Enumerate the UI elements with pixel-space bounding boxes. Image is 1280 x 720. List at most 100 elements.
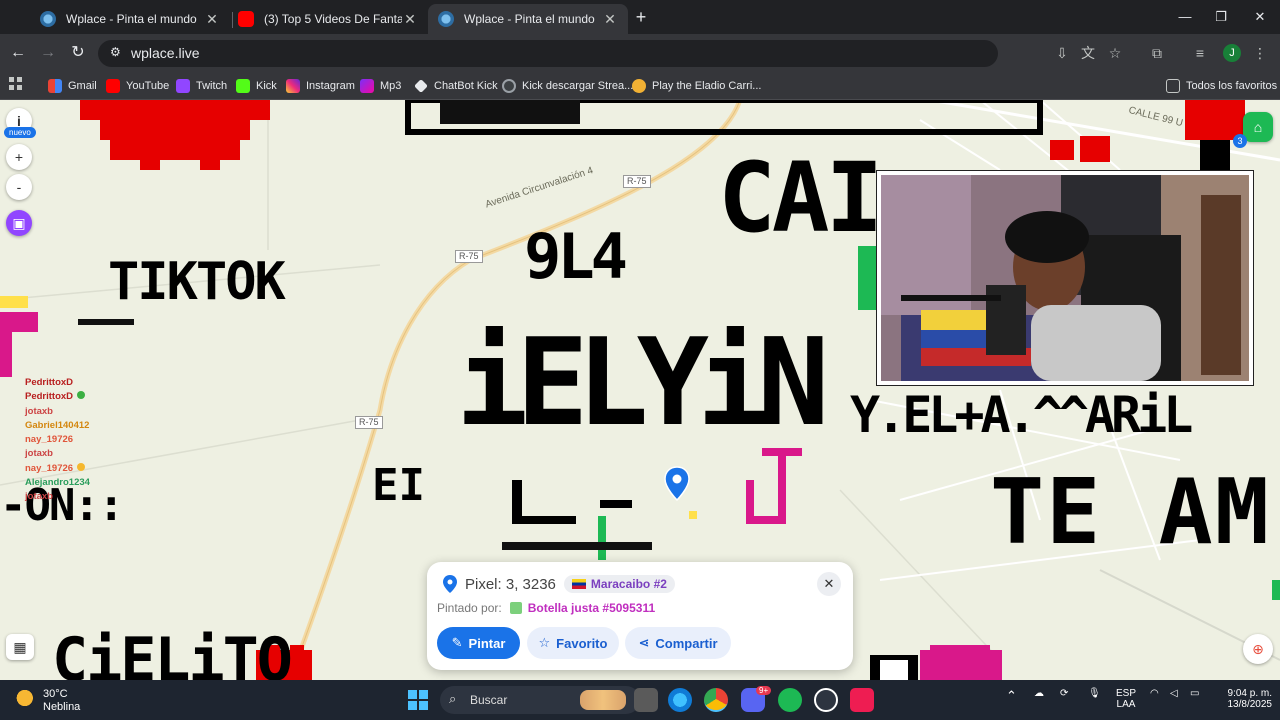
- notification-badge: 3: [1233, 134, 1247, 148]
- tray-sync-icon[interactable]: ⟳: [1060, 688, 1068, 699]
- painted-by-label: Pintado por:: [437, 601, 502, 615]
- brush-icon: ✎: [451, 635, 463, 650]
- volume-icon[interactable]: ◁: [1170, 688, 1178, 699]
- chat-user: jotaxb: [25, 491, 53, 503]
- menu-icon[interactable]: ⋮: [1250, 43, 1270, 63]
- tab-wplace-1[interactable]: Wplace - Pinta el mundo ✕: [30, 4, 230, 34]
- weather-temp: 30°C: [43, 688, 68, 700]
- chat-user: Gabriel140412: [25, 419, 90, 431]
- chrome-icon[interactable]: [704, 688, 728, 712]
- bookmark-star-icon[interactable]: ☆: [1105, 43, 1125, 63]
- url-text[interactable]: wplace.live: [131, 45, 199, 61]
- twitch-icon[interactable]: ▣: [6, 210, 32, 236]
- new-badge: nuevo: [4, 127, 36, 138]
- location-pin-icon: [443, 575, 457, 593]
- apps-grid-icon[interactable]: [9, 77, 23, 91]
- bookmark-label: YouTube: [126, 80, 170, 92]
- media-controls-icon[interactable]: ≡: [1190, 43, 1210, 63]
- tiktok-icon[interactable]: [850, 688, 874, 712]
- tab-title: (3) Top 5 Videos De Fantasmas: [264, 12, 402, 26]
- share-button[interactable]: ⋖ Compartir: [625, 627, 731, 659]
- profile-icon[interactable]: ⌂: [1243, 112, 1273, 142]
- clock-time: 9:04 p. m.: [1227, 688, 1272, 699]
- site-settings-icon[interactable]: ⚙: [110, 45, 124, 61]
- bookmark-eladio[interactable]: Play the Eladio Carri...: [632, 77, 761, 95]
- gmail-icon: [48, 79, 62, 93]
- kick-icon: [236, 79, 250, 93]
- bookmark-twitch[interactable]: Twitch: [176, 77, 227, 95]
- reload-button[interactable]: ↻: [65, 40, 91, 66]
- forward-button[interactable]: →: [35, 40, 61, 66]
- location-pin-icon[interactable]: [664, 466, 690, 502]
- wifi-icon[interactable]: ◠: [1150, 688, 1159, 699]
- pixel-text: EI: [372, 460, 425, 511]
- tray-mic-icon[interactable]: 🎙: [1088, 688, 1101, 699]
- bookmark-kick[interactable]: Kick: [236, 77, 277, 95]
- calculator-icon[interactable]: ▦: [6, 634, 34, 660]
- painter-name[interactable]: Botella justa #5095311: [528, 601, 655, 615]
- favorite-button[interactable]: ☆ Favorito: [527, 627, 619, 659]
- clock[interactable]: 9:04 p. m. 13/8/2025: [1210, 688, 1273, 710]
- search-label: Buscar: [470, 693, 508, 707]
- paint-button[interactable]: ✎ Pintar: [437, 627, 520, 659]
- bookmark-mp3[interactable]: Mp3: [360, 77, 401, 95]
- all-bookmarks[interactable]: Todos los favoritos: [1166, 77, 1277, 95]
- translate-icon[interactable]: 文: [1078, 43, 1098, 63]
- bookmark-label: ChatBot Kick: [434, 80, 498, 92]
- close-button[interactable]: ✕: [817, 572, 841, 596]
- youtube-icon: [106, 79, 120, 93]
- zoom-out-button[interactable]: -: [6, 174, 32, 200]
- pixel-text: TIKTOK: [108, 252, 286, 312]
- chat-line: jotaxb: [25, 405, 245, 419]
- battery-icon[interactable]: ▭: [1190, 688, 1199, 699]
- stream-chat: PedrittoxD PedrittoxD jotaxb Gabriel1404…: [25, 376, 245, 505]
- tab-wplace-active[interactable]: Wplace - Pinta el mundo ✕: [428, 4, 628, 34]
- address-bar[interactable]: ⚙ wplace.live: [98, 40, 998, 67]
- emote-icon: [77, 391, 86, 400]
- extensions-icon[interactable]: ⧉: [1147, 43, 1167, 63]
- instagram-icon: [286, 79, 300, 93]
- bookmark-chatbot-kick[interactable]: ChatBot Kick: [414, 77, 498, 95]
- weather-widget[interactable]: 30°C Neblina: [14, 686, 94, 716]
- bookmark-kick-descargar[interactable]: Kick descargar Strea...: [502, 77, 633, 95]
- language-indicator[interactable]: ESP LAA: [1114, 688, 1138, 710]
- obs-icon[interactable]: [814, 688, 838, 712]
- install-app-icon[interactable]: ⇩: [1052, 43, 1072, 63]
- close-icon[interactable]: ✕: [204, 11, 220, 28]
- bookmark-instagram[interactable]: Instagram: [286, 77, 355, 95]
- locate-icon[interactable]: ⊕: [1243, 634, 1273, 664]
- task-view-icon[interactable]: [634, 688, 658, 712]
- spotify-icon[interactable]: [778, 688, 802, 712]
- tray-cloud-icon[interactable]: ☁: [1034, 688, 1044, 699]
- tab-youtube[interactable]: (3) Top 5 Videos De Fantasmas ✕: [228, 4, 428, 34]
- chat-line: PedrittoxD: [25, 390, 245, 404]
- windows-start-icon[interactable]: [408, 690, 428, 710]
- new-tab-button[interactable]: +: [631, 7, 651, 27]
- paint-label: Pintar: [468, 635, 506, 651]
- region-chip[interactable]: Maracaibo #2: [563, 575, 675, 593]
- taskbar-search[interactable]: ⌕ Buscar: [440, 686, 640, 714]
- globe-icon: [40, 11, 56, 27]
- zoom-in-button[interactable]: +: [6, 144, 32, 170]
- edge-icon[interactable]: [668, 688, 692, 712]
- chat-line: jotaxb: [25, 447, 245, 461]
- chat-user: Alejandro1234: [25, 477, 90, 489]
- emoji-icon: [77, 462, 86, 471]
- close-window-button[interactable]: ✕: [1247, 5, 1273, 29]
- close-icon[interactable]: ✕: [402, 11, 418, 28]
- maximize-button[interactable]: ❐: [1208, 5, 1234, 29]
- bookmark-youtube[interactable]: YouTube: [106, 77, 169, 95]
- webcam-scene: [881, 175, 1249, 381]
- minimize-button[interactable]: —: [1172, 5, 1198, 29]
- bookmark-gmail[interactable]: Gmail: [48, 77, 97, 95]
- bookmark-label: Kick: [256, 80, 277, 92]
- close-icon[interactable]: ✕: [602, 11, 618, 28]
- discord-badge: 9+: [756, 686, 772, 695]
- back-button[interactable]: ←: [5, 40, 31, 66]
- tray-chevron-icon[interactable]: ⌃: [1006, 688, 1017, 704]
- star-icon: ☆: [538, 635, 551, 650]
- profile-avatar[interactable]: J: [1223, 44, 1241, 62]
- tab-title: Wplace - Pinta el mundo: [66, 12, 197, 26]
- pixel-info-card: Pixel: 3, 3236 Maracaibo #2 ✕ Pintado po…: [427, 562, 853, 670]
- chat-user: nay_19726: [25, 462, 74, 474]
